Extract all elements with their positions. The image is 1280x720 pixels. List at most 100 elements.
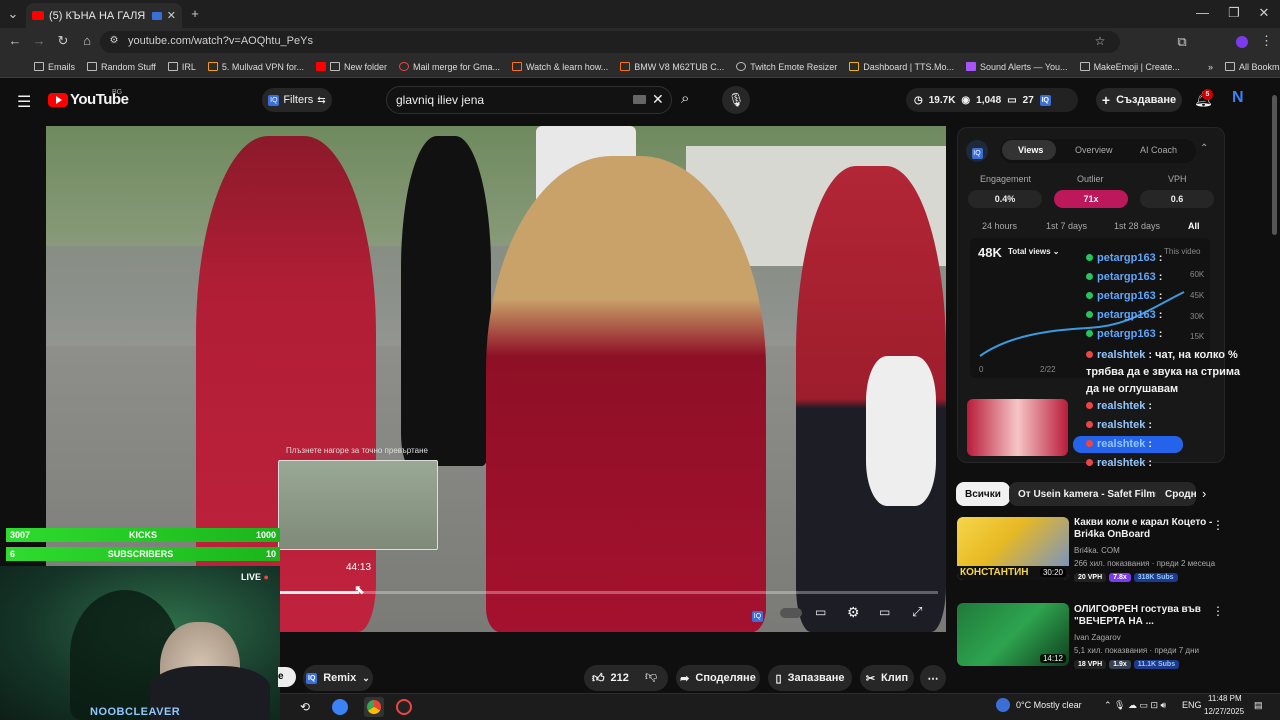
remix-button[interactable]: IQ Remix ⌄ — [303, 665, 373, 691]
minimize-icon[interactable]: — — [1196, 5, 1209, 20]
bookmark-item[interactable]: New folder — [315, 62, 387, 72]
site-info-icon[interactable]: ⚙ — [108, 35, 120, 46]
browser-menu-icon[interactable]: ⋮ — [1260, 33, 1273, 49]
bride-gown — [486, 156, 766, 632]
chip-from-channel[interactable]: От Usein kamera - Safet Films — [1009, 482, 1170, 506]
rec-title[interactable]: ОЛИГОФРЕН гостува във "ВЕЧЕРТА НА ... — [1074, 604, 1214, 628]
total-views-select[interactable]: Total views ⌄ — [1008, 247, 1059, 256]
theater-mode-icon[interactable]: ▭ — [879, 605, 890, 619]
clock-date[interactable]: 12/27/2025 — [1204, 707, 1244, 716]
tray-icons[interactable]: ⌃ 🎙︎ ☁ ▭ ⊡ 🔊︎ — [1104, 700, 1166, 711]
bookmark-item[interactable]: 5. Mullvad VPN for... — [207, 62, 304, 72]
thumbs-up-icon: 👍︎ — [592, 670, 605, 685]
tab-ai-coach[interactable]: AI Coach — [1140, 145, 1177, 155]
home-icon[interactable]: ⌂ — [80, 33, 94, 48]
bookmark-item[interactable]: Random Stuff — [87, 62, 156, 72]
tab-overview[interactable]: Overview — [1075, 145, 1113, 155]
bookmark-item[interactable]: Dashboard | TTS.Mo... — [849, 62, 954, 72]
clock-time[interactable]: 11:48 PM — [1208, 694, 1242, 703]
progress-bar[interactable] — [280, 591, 938, 594]
bookmark-item[interactable]: Watch & learn how... — [512, 62, 608, 72]
bookmark-star-icon[interactable]: ☆ — [1094, 34, 1106, 48]
rec-thumbnail[interactable]: 14:12 — [957, 603, 1069, 666]
chat-text: : — [1158, 328, 1163, 340]
y-tick: 15K — [1190, 332, 1205, 341]
subs-badge: 318K Subs — [1133, 573, 1178, 582]
taskbar-browser-icon[interactable] — [332, 699, 348, 715]
taskbar-obs-icon[interactable] — [396, 699, 412, 715]
autoplay-toggle[interactable] — [780, 608, 802, 618]
chip-related[interactable]: Сродни — [1156, 482, 1196, 506]
header-comments: 27 — [1022, 94, 1034, 106]
panel-video-thumbnail[interactable] — [967, 399, 1068, 456]
collapse-icon[interactable]: ⌃ — [1200, 143, 1208, 154]
folder-icon — [87, 62, 98, 71]
clip-button[interactable]: ✂ Клип — [860, 665, 914, 691]
page-scrollbar[interactable] — [1272, 95, 1277, 235]
close-window-icon[interactable]: ✕ — [1258, 5, 1270, 21]
bookmark-item[interactable]: Sound Alerts — You... — [966, 62, 1068, 72]
share-button[interactable]: ➦ Споделяне — [676, 665, 760, 691]
extensions-icon[interactable]: ⧉ — [1176, 34, 1188, 50]
taskbar-chrome-active[interactable] — [364, 697, 384, 717]
tab-search-icon[interactable]: ⌄ — [6, 6, 20, 22]
clear-search-icon[interactable]: ✕ — [652, 91, 664, 108]
chat-message: petargp163 : — [1086, 252, 1162, 264]
chips-next-icon[interactable]: › — [1202, 486, 1206, 501]
range-24h[interactable]: 24 hours — [982, 221, 1017, 231]
range-28d[interactable]: 1st 28 days — [1114, 221, 1160, 231]
rec-menu-icon[interactable]: ⋮ — [1212, 604, 1224, 618]
filters-button[interactable]: IQ Filters ⇆ — [262, 88, 332, 112]
menu-icon[interactable]: ☰ — [17, 92, 31, 112]
rec-channel[interactable]: Bri4ka. COM — [1074, 546, 1120, 555]
bookmarks-overflow-icon[interactable]: » — [1208, 62, 1213, 72]
keyboard-icon[interactable] — [633, 95, 646, 104]
range-7d[interactable]: 1st 7 days — [1046, 221, 1087, 231]
bookmark-item[interactable]: MakeEmoji | Create... — [1079, 62, 1180, 72]
range-all[interactable]: All — [1188, 221, 1200, 231]
search-icon[interactable]: ⌕ — [681, 90, 689, 107]
reload-icon[interactable]: ↻ — [56, 33, 70, 49]
tab-views[interactable]: Views — [1018, 145, 1043, 155]
account-avatar[interactable]: N — [1232, 89, 1244, 107]
rec-channel[interactable]: Ivan Zagarov — [1074, 633, 1121, 642]
new-tab-icon[interactable]: + — [188, 6, 202, 21]
rec-title[interactable]: Какви коли е карал Коцето - Bri4ka OnBoa… — [1074, 517, 1214, 541]
weather-text[interactable]: 0°C Mostly clear — [1016, 700, 1082, 710]
youtube-logo-icon[interactable] — [48, 93, 68, 107]
settings-gear-icon[interactable]: ⚙ — [847, 604, 860, 621]
taskbar-app-icon[interactable]: ⟲ — [300, 700, 310, 714]
bookmark-item[interactable]: Mail merge for Gma... — [398, 62, 500, 72]
forward-icon[interactable]: → — [32, 33, 46, 48]
bookmark-item[interactable]: BMW V8 M62TUB C... — [620, 62, 724, 72]
rec-menu-icon[interactable]: ⋮ — [1212, 518, 1224, 532]
bookmark-item[interactable]: Twitch Emote Resizer — [736, 62, 837, 72]
vidiq-icon[interactable]: IQ — [1039, 94, 1051, 106]
rec-thumbnail[interactable]: КОНСТАНТИН 30:20 — [957, 517, 1069, 580]
fullscreen-icon[interactable]: ⤢ — [912, 604, 922, 620]
subscribe-button-partial[interactable]: e — [278, 667, 296, 687]
all-bookmarks[interactable]: All Bookmarks — [1224, 62, 1280, 72]
bookmark-item[interactable]: IRL — [167, 62, 196, 72]
browser-tab-active[interactable]: (5) КЪНА НА ГАЛЯ И МЕМЕТ ✕ — [26, 3, 182, 28]
subtitles-icon[interactable]: ▭ — [815, 605, 826, 619]
child-polka-dress — [866, 356, 936, 506]
profile-avatar[interactable] — [1236, 36, 1248, 48]
input-language[interactable]: ENG — [1182, 700, 1202, 710]
save-label: Запазване — [787, 672, 845, 684]
back-icon[interactable]: ← — [8, 33, 22, 48]
more-actions-icon[interactable]: ⋯ — [920, 665, 946, 691]
save-button[interactable]: ▯ Запазване — [768, 665, 852, 691]
chat-message: realshtek : — [1086, 400, 1152, 412]
tab-close-icon[interactable]: ✕ — [167, 9, 176, 22]
bookmark-item[interactable]: Emails — [34, 62, 75, 72]
restore-icon[interactable]: ❐ — [1228, 5, 1240, 21]
vidiq-player-icon[interactable]: IQ — [752, 607, 763, 622]
thumbs-down-icon[interactable]: 👎︎ — [645, 669, 657, 684]
vidiq-header-stats: ◷ 19.7K ◉ 1,048 ▭ 27 IQ — [906, 88, 1078, 112]
search-value: glavniq iliev jena — [396, 93, 485, 107]
notification-center-icon[interactable]: ▤ — [1254, 700, 1263, 711]
voice-search-icon[interactable]: 🎙 — [722, 86, 750, 114]
chip-all[interactable]: Всички — [956, 482, 1010, 506]
create-button[interactable]: + Създаване — [1096, 88, 1182, 112]
